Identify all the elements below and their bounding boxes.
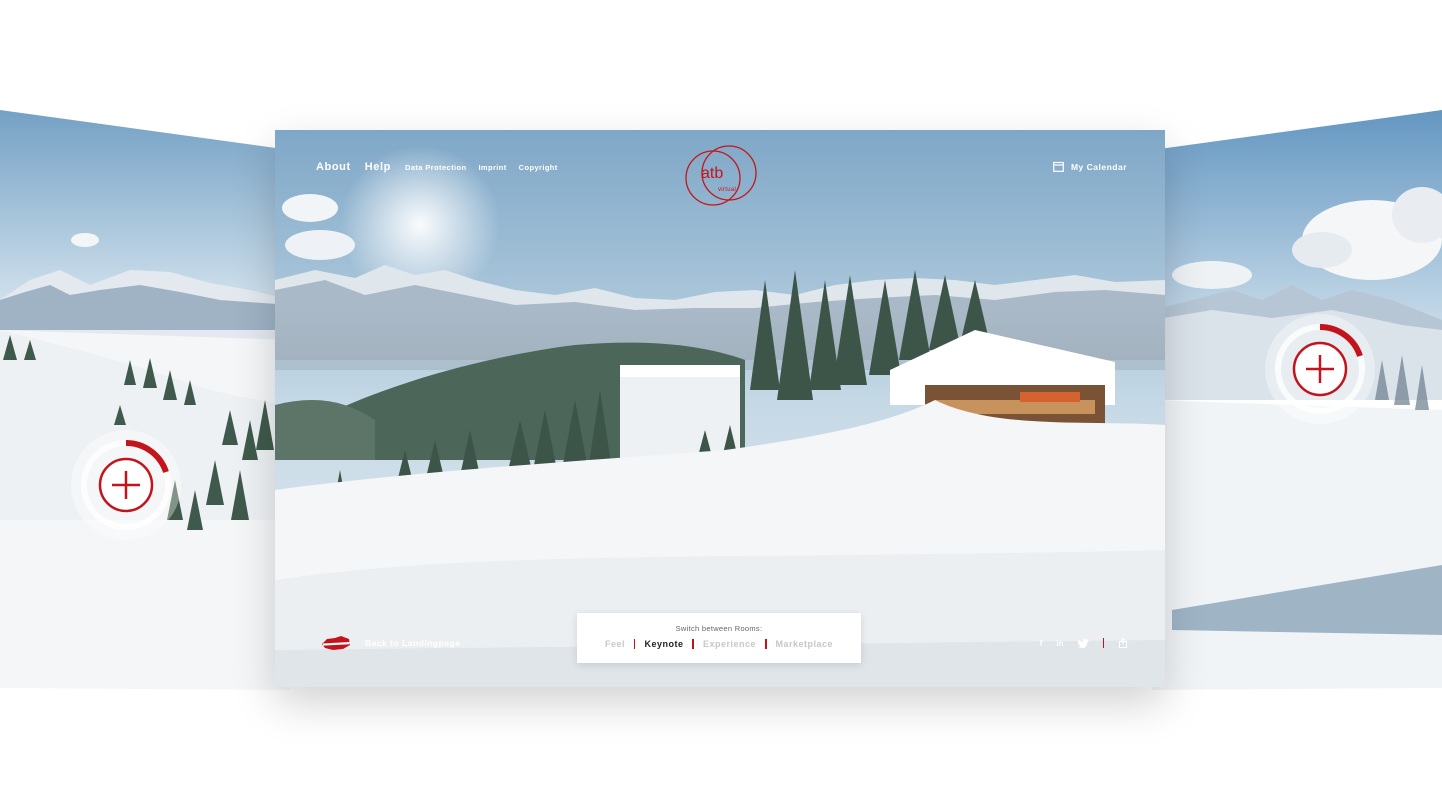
social-links: f in xyxy=(1040,638,1128,648)
my-calendar-label: My Calendar xyxy=(1070,161,1127,172)
nav-copyright[interactable]: Copyright xyxy=(519,163,558,172)
room-tab-keynote[interactable]: Keynote xyxy=(635,639,692,649)
room-tab-experience[interactable]: Experience xyxy=(694,639,765,649)
austria-flag-icon xyxy=(322,636,350,650)
keynote-panorama-image xyxy=(275,130,1165,687)
top-navigation: About Help Data Protection Imprint Copyr… xyxy=(316,161,558,173)
plus-icon xyxy=(81,439,171,530)
left-hotspot[interactable] xyxy=(71,430,181,540)
twitter-icon[interactable] xyxy=(1077,638,1089,648)
nav-data-protection[interactable]: Data Protection xyxy=(405,163,466,172)
nav-help[interactable]: Help xyxy=(365,161,391,173)
room-switcher: Switch between Rooms: Feel Keynote Exper… xyxy=(577,613,861,663)
share-icon[interactable] xyxy=(1118,638,1128,648)
left-room-panel[interactable] xyxy=(0,110,290,690)
plus-icon xyxy=(1275,323,1365,414)
social-separator xyxy=(1102,638,1104,648)
room-tabs: Feel Keynote Experience Marketplace xyxy=(577,639,861,649)
linkedin-icon[interactable]: in xyxy=(1056,639,1063,648)
logo-subtext: virtual xyxy=(718,187,737,193)
right-room-panel[interactable] xyxy=(1152,110,1442,690)
nav-about[interactable]: About xyxy=(316,161,351,173)
room-switcher-title: Switch between Rooms: xyxy=(675,624,763,633)
atb-virtual-logo[interactable]: atb virtual xyxy=(677,142,767,208)
calendar-icon xyxy=(1053,161,1064,172)
room-tab-marketplace[interactable]: Marketplace xyxy=(767,639,843,649)
nav-legal-links: Data Protection Imprint Copyright xyxy=(405,163,558,172)
my-calendar-link[interactable]: My Calendar xyxy=(1053,161,1127,172)
facebook-icon[interactable]: f xyxy=(1040,639,1043,648)
back-to-landingpage-link[interactable]: Back to Landingpage xyxy=(321,635,460,651)
right-hotspot[interactable] xyxy=(1265,314,1375,424)
main-room-view[interactable]: About Help Data Protection Imprint Copyr… xyxy=(275,130,1165,687)
back-label: Back to Landingpage xyxy=(365,638,461,648)
nav-imprint[interactable]: Imprint xyxy=(478,163,506,172)
left-panorama-image xyxy=(0,110,290,690)
logo-text: atb xyxy=(701,165,724,182)
room-tab-feel[interactable]: Feel xyxy=(596,639,634,649)
